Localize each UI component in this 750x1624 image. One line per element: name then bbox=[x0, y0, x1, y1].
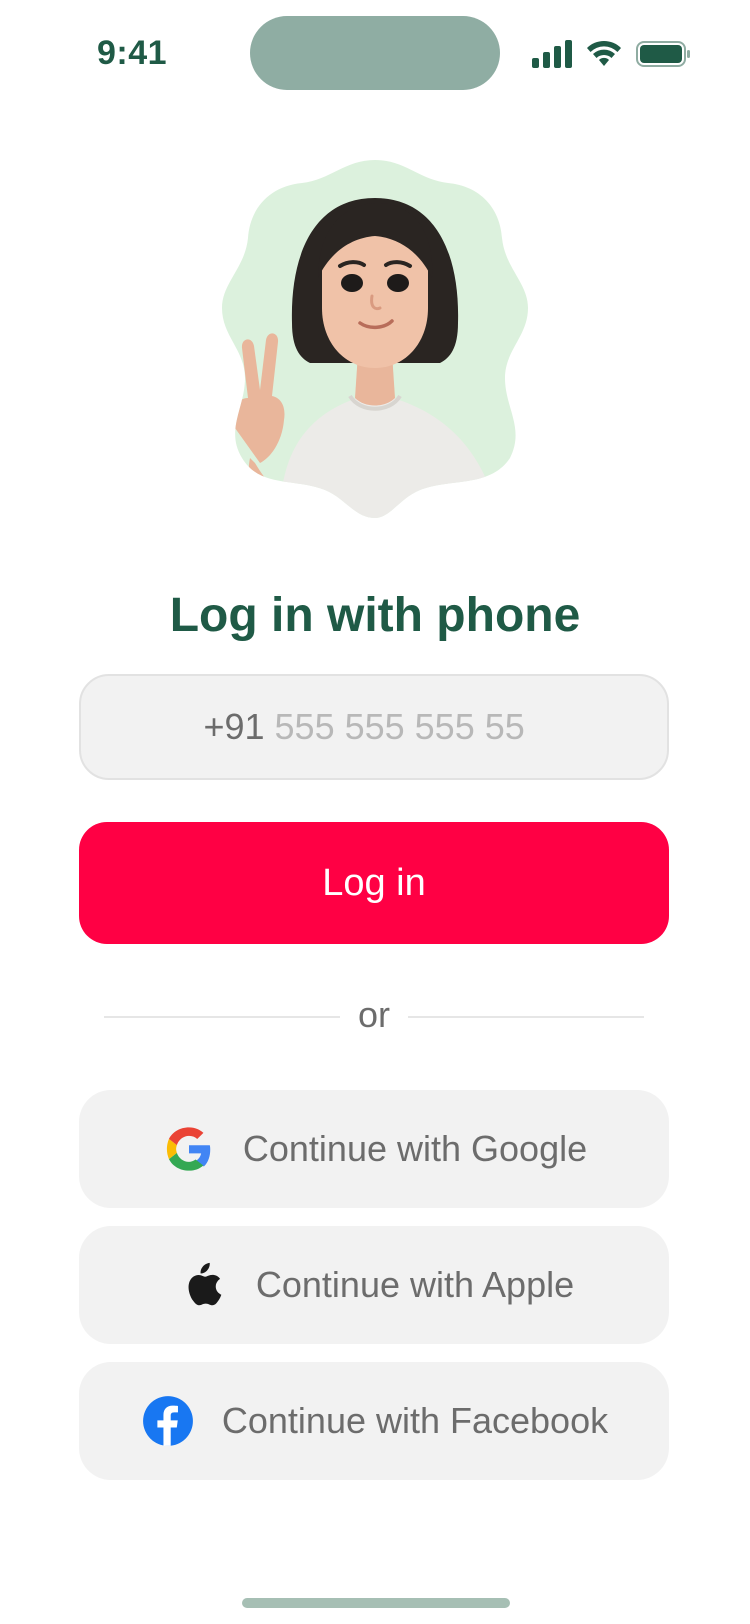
battery-icon bbox=[636, 41, 690, 67]
page-title: Log in with phone bbox=[169, 589, 581, 642]
facebook-button[interactable]: Continue with Facebook bbox=[79, 1362, 669, 1480]
dynamic-island bbox=[250, 16, 500, 90]
status-bar: 9:41 bbox=[0, 0, 750, 110]
apple-button[interactable]: Continue with Apple bbox=[79, 1226, 669, 1344]
divider-label: or bbox=[357, 994, 390, 1035]
apple-icon bbox=[174, 1257, 230, 1313]
status-time: 9:41 bbox=[97, 34, 168, 72]
phone-field[interactable]: +91 bbox=[79, 674, 669, 780]
or-divider: or bbox=[104, 994, 644, 1038]
divider-line-right bbox=[408, 1016, 644, 1018]
wifi-icon bbox=[587, 40, 621, 66]
home-indicator[interactable] bbox=[242, 1598, 510, 1608]
google-button[interactable]: Continue with Google bbox=[79, 1090, 669, 1208]
apple-button-label: Continue with Apple bbox=[255, 1264, 575, 1305]
avatar-illustration bbox=[200, 158, 550, 518]
facebook-icon bbox=[140, 1393, 196, 1449]
status-icons bbox=[532, 40, 702, 70]
facebook-button-label: Continue with Facebook bbox=[221, 1400, 609, 1441]
signal-icon bbox=[532, 40, 572, 68]
country-code[interactable]: +91 bbox=[203, 706, 264, 748]
google-icon bbox=[161, 1121, 217, 1177]
login-button[interactable]: Log in bbox=[79, 822, 669, 944]
phone-input[interactable] bbox=[274, 706, 545, 748]
google-button-label: Continue with Google bbox=[242, 1128, 588, 1169]
